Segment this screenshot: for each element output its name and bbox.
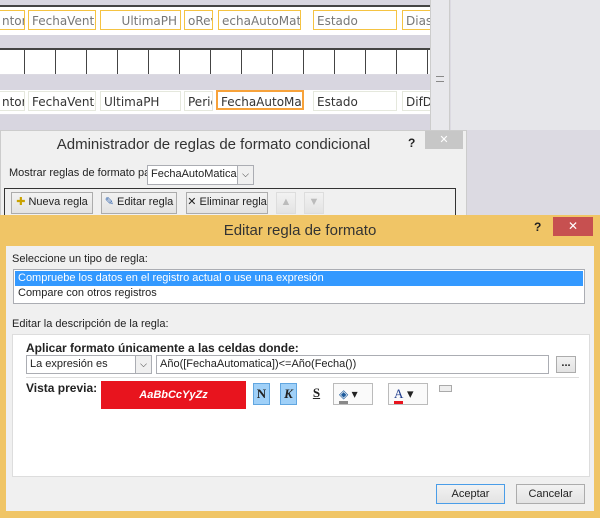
underline-toggle[interactable]: S (308, 383, 325, 405)
dropdown-arrow-icon: ▾ (351, 387, 358, 401)
condition-type-select[interactable]: La expresión es ⌵ (26, 355, 152, 374)
admin-dialog-title: Administrador de reglas de formato condi… (56, 136, 371, 153)
expression-builder-button[interactable]: ... (556, 356, 576, 373)
close-button[interactable]: ✕ (425, 131, 463, 149)
ok-button[interactable]: Aceptar (436, 484, 505, 504)
delete-rule-button[interactable]: ✕ Eliminar regla (186, 192, 268, 214)
rule-type-label: Seleccione un tipo de regla: (12, 253, 148, 265)
close-button[interactable]: ✕ (553, 217, 593, 236)
font-color-button[interactable]: A ▾ (388, 383, 428, 405)
selected-value: FechaAutoMatica (151, 168, 237, 180)
move-down-button[interactable]: ▼ (304, 192, 324, 214)
chevron-down-icon: ⌵ (135, 356, 151, 373)
dropdown-arrow-icon: ▾ (407, 386, 414, 401)
description-label: Editar la descripción de la regla: (12, 318, 169, 330)
field-box[interactable]: FechaVenta (28, 10, 96, 30)
paint-bucket-icon: ◈ (339, 387, 349, 404)
list-item[interactable]: Compare con otros registros (15, 286, 583, 301)
fill-color-button[interactable]: ◈ ▾ (333, 383, 373, 405)
new-rule-icon: ✚ (16, 196, 26, 208)
show-rules-label: Mostrar reglas de formato para: (9, 167, 164, 179)
designer-row-1: ntor FechaVenta UltimaPH oRev echaAutoMa… (0, 7, 432, 35)
help-button[interactable]: ? (534, 220, 541, 234)
new-rule-button[interactable]: ✚ Nueva regla (11, 192, 93, 214)
help-button[interactable]: ? (408, 136, 415, 150)
italic-toggle[interactable]: K (280, 383, 297, 405)
format-preview: AaBbCcYyZz (101, 381, 246, 409)
field-box[interactable]: Estado (313, 10, 397, 30)
cancel-button[interactable]: Cancelar (516, 484, 585, 504)
description-panel: Aplicar formato únicamente a las celdas … (12, 334, 590, 477)
selected-value: La expresión es (30, 358, 108, 370)
field-box[interactable]: UltimaPH (100, 91, 181, 111)
bold-toggle[interactable]: N (253, 383, 270, 405)
designer-row-3: ntor FechaVenta UltimaPH Peric FechaAuto… (0, 90, 432, 114)
expression-input[interactable]: Año([FechaAutomatica])<=Año(Fecha()) (156, 355, 549, 374)
field-box[interactable]: Dias (402, 10, 432, 30)
edit-rule-button[interactable]: ✎ Editar regla (101, 192, 177, 214)
edit-icon: ✎ (104, 196, 114, 208)
field-box-selected[interactable]: FechaAutoMatic (216, 90, 304, 110)
field-box[interactable]: UltimaPH (100, 10, 181, 30)
field-box[interactable]: ntor (0, 91, 25, 111)
field-box[interactable]: FechaVenta (28, 91, 96, 111)
show-rules-select[interactable]: FechaAutoMatica ⌵ (147, 165, 254, 185)
grip-icon (436, 76, 444, 82)
field-box[interactable]: DifDi (402, 91, 432, 111)
apply-label: Aplicar formato únicamente a las celdas … (26, 341, 299, 355)
field-box[interactable]: echaAutoMatica (218, 10, 301, 30)
field-box[interactable]: oRev (184, 10, 213, 30)
side-panel (451, 0, 600, 130)
admin-dialog: Administrador de reglas de formato condi… (0, 130, 467, 221)
preview-label: Vista previa: (26, 381, 98, 395)
data-bar-icon[interactable] (439, 385, 452, 392)
x-icon: ✕ (187, 196, 197, 208)
vertical-scrollbar[interactable] (430, 0, 450, 130)
move-up-button[interactable]: ▲ (276, 192, 296, 214)
edit-dialog: Editar regla de formato ? ✕ Seleccione u… (0, 215, 600, 518)
field-box[interactable]: ntor (0, 10, 25, 30)
list-item-selected[interactable]: Compruebe los datos en el registro actua… (15, 271, 583, 286)
field-box[interactable]: Estado (313, 91, 397, 111)
edit-dialog-title: Editar regla de formato (223, 222, 377, 239)
font-color-icon: A (394, 386, 404, 404)
edit-dialog-body: Seleccione un tipo de regla: Compruebe l… (6, 246, 594, 511)
chevron-down-icon: ⌵ (237, 166, 253, 184)
field-box[interactable]: Peric (184, 91, 213, 111)
rule-type-list[interactable]: Compruebe los datos en el registro actua… (13, 269, 585, 304)
designer-row-2 (0, 50, 430, 74)
